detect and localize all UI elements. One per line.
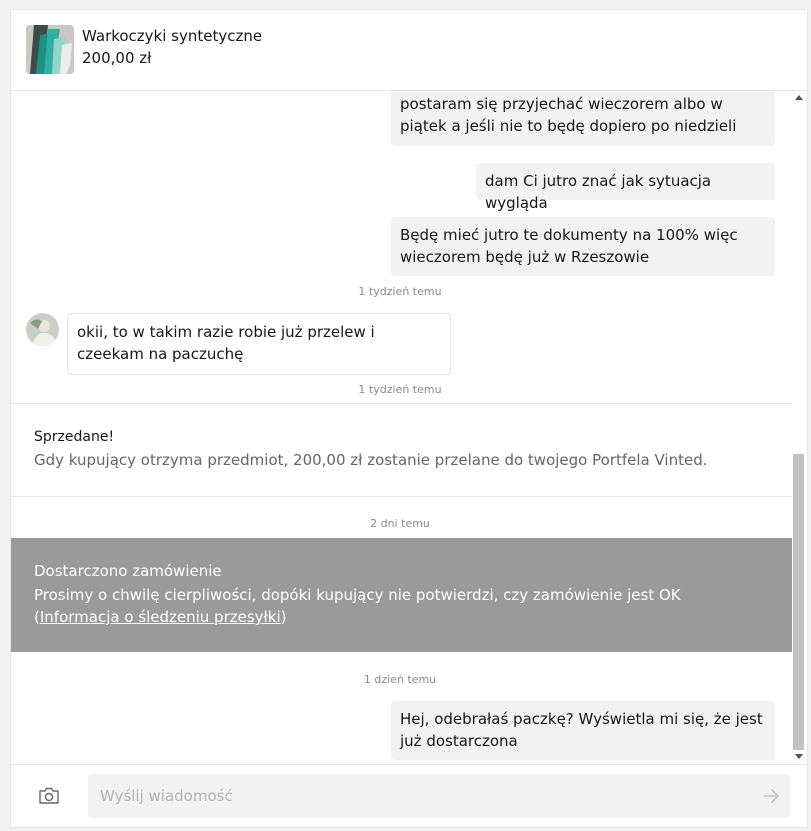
item-price: 200,00 zł xyxy=(82,49,152,67)
message-composer xyxy=(11,764,807,827)
scrollbar-thumb[interactable] xyxy=(793,454,804,750)
delivered-notice-description: Prosimy o chwilę cierpliwości, dopóki ku… xyxy=(34,586,681,626)
message-text: dam Ci jutro znać jak sytuacja wygląda xyxy=(485,172,712,212)
item-header[interactable]: Warkoczyki syntetyczne 200,00 zł xyxy=(11,10,807,91)
camera-icon[interactable] xyxy=(38,786,60,806)
chat-window: Warkoczyki syntetyczne 200,00 zł postara… xyxy=(10,9,808,828)
message-bubble-outgoing: Hej, odebrałaś paczkę? Wyświetla mi się,… xyxy=(391,701,775,760)
message-list[interactable]: postaram się przyjechać wieczorem albo w… xyxy=(11,92,807,764)
delivered-notice-title: Dostarczono zamówienie xyxy=(34,562,222,580)
delivered-notice: Dostarczono zamówienie Prosimy o chwilę … xyxy=(11,538,792,652)
message-text: Będę mieć jutro te dokumenty na 100% wię… xyxy=(400,226,738,266)
message-bubble-outgoing: dam Ci jutro znać jak sytuacja wygląda xyxy=(476,163,775,212)
avatar[interactable] xyxy=(26,313,59,346)
message-timestamp: 2 dni temu xyxy=(370,517,430,530)
message-bubble-outgoing: postaram się przyjechać wieczorem albo w… xyxy=(391,92,775,146)
sold-notice-description: Gdy kupujący otrzyma przedmiot, 200,00 z… xyxy=(34,451,708,469)
message-bubble-incoming: okii, to w takim razie robie już przelew… xyxy=(67,313,451,375)
scroll-down-arrow-icon[interactable] xyxy=(795,754,803,759)
message-text: okii, to w takim razie robie już przelew… xyxy=(77,323,375,363)
scroll-up-arrow-icon[interactable] xyxy=(795,95,803,100)
message-input[interactable] xyxy=(88,774,790,818)
message-timestamp: 1 tydzień temu xyxy=(358,383,442,396)
message-text: postaram się przyjechać wieczorem albo w… xyxy=(400,95,737,135)
sold-notice: Sprzedane! Gdy kupujący otrzyma przedmio… xyxy=(11,403,792,497)
message-timestamp: 1 tydzień temu xyxy=(358,285,442,298)
send-arrow-icon[interactable] xyxy=(761,787,781,805)
item-thumbnail[interactable] xyxy=(26,25,74,74)
item-title[interactable]: Warkoczyki syntetyczne xyxy=(82,27,262,45)
sold-notice-title: Sprzedane! xyxy=(34,429,115,445)
message-bubble-outgoing: Będę mieć jutro te dokumenty na 100% wię… xyxy=(391,217,775,276)
tracking-info-link[interactable]: Informacja o śledzeniu przesyłki xyxy=(40,608,281,626)
message-text: Hej, odebrałaś paczkę? Wyświetla mi się,… xyxy=(400,710,763,750)
message-timestamp: 1 dzień temu xyxy=(363,673,437,686)
